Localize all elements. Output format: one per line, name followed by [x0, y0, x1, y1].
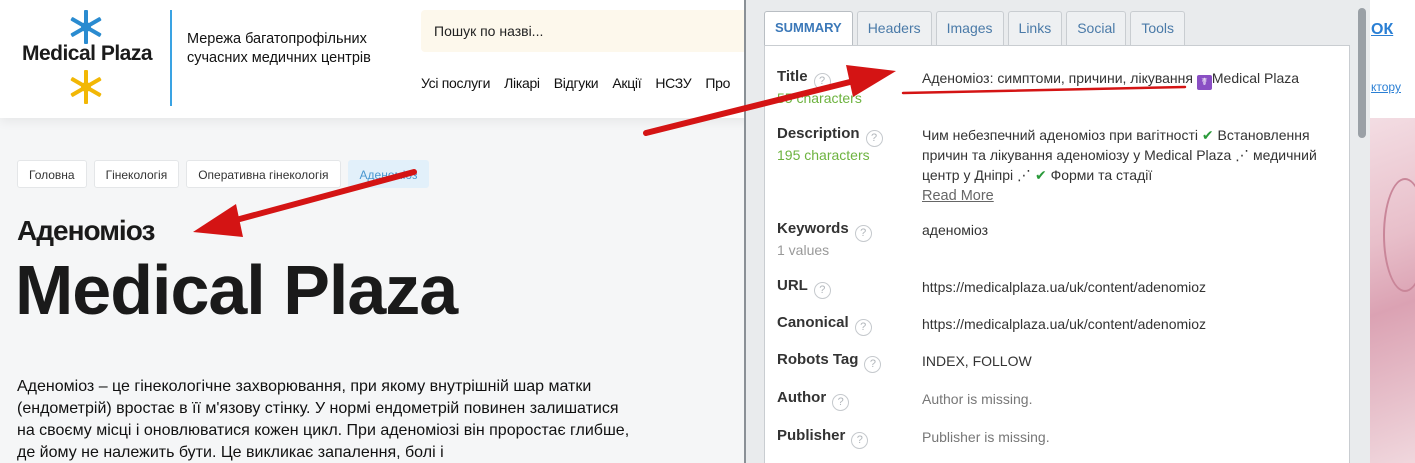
page-title: Аденоміоз [17, 215, 155, 246]
tab-summary[interactable]: SUMMARY [764, 11, 853, 46]
main-nav: Усі послуги Лікарі Відгуки Акції НСЗУ Пр… [421, 75, 730, 91]
breadcrumb-operative-gynecology[interactable]: Оперативна гінекологія [186, 160, 341, 188]
panel-scrollbar[interactable] [1358, 8, 1366, 138]
tab-tools[interactable]: Tools [1130, 11, 1186, 45]
title-value: Аденоміоз: симптоми, причини, лікування … [922, 70, 1300, 90]
snowflake-logo-icon [70, 10, 102, 44]
tab-social[interactable]: Social [1066, 11, 1127, 45]
caduceus-emoji-icon: ☤ [1196, 75, 1212, 90]
title-character-count: 55 characters [777, 90, 862, 106]
robots-value: INDEX, FOLLOW [922, 353, 1032, 369]
logo-text: Medical Plaza [21, 42, 153, 65]
search-input[interactable] [421, 10, 751, 52]
description-character-count: 195 characters [777, 147, 870, 163]
url-label: URL? [777, 277, 917, 299]
summary-content: Title? 55 characters Аденоміоз: симптоми… [764, 45, 1350, 463]
nav-item-doctors[interactable]: Лікарі [504, 75, 540, 91]
keywords-count: 1 values [777, 242, 830, 258]
robots-label: Robots Tag? [777, 351, 917, 373]
help-icon[interactable]: ? [851, 432, 869, 449]
snowflake-logo-icon [70, 70, 102, 104]
read-more-link[interactable]: Read More [922, 188, 994, 204]
side-medical-image [1369, 118, 1415, 463]
help-icon[interactable]: ? [813, 73, 831, 90]
keywords-value: аденоміоз [922, 222, 989, 238]
page-brand-heading: Medical Plaza [15, 251, 458, 329]
tab-headers[interactable]: Headers [856, 11, 932, 45]
check-mark-icon: ✔ [1034, 167, 1047, 183]
description-value: Чим небезпечний аденоміоз при вагітності… [922, 127, 1317, 204]
nav-item-services[interactable]: Усі послуги [421, 75, 490, 91]
author-value: Author is missing. [922, 391, 1033, 407]
help-icon[interactable]: ? [832, 394, 850, 411]
extension-tabs: SUMMARY Headers Images Links Social Tool… [764, 11, 1186, 46]
breadcrumb-gynecology[interactable]: Гінекологія [93, 160, 180, 188]
right-partial-link-doctor[interactable]: ктору [1371, 80, 1401, 94]
description-label: Description? [777, 125, 917, 147]
help-icon[interactable]: ? [865, 130, 883, 147]
right-partial-link[interactable]: ОК [1371, 21, 1393, 39]
help-icon[interactable]: ? [854, 319, 872, 336]
help-icon[interactable]: ? [854, 225, 872, 242]
logo-divider [170, 10, 172, 106]
tab-links[interactable]: Links [1007, 11, 1063, 45]
check-mark-icon: ✔ [1201, 127, 1214, 143]
breadcrumb-home[interactable]: Головна [17, 160, 87, 188]
canonical-value[interactable]: https://medicalplaza.ua/uk/content/adeno… [922, 314, 1342, 334]
breadcrumb-current: Аденоміоз [347, 160, 430, 188]
help-icon[interactable]: ? [813, 282, 831, 299]
site-tagline: Мережа багатопрофільних сучасних медични… [187, 31, 371, 66]
search-box [421, 10, 751, 52]
publisher-value: Publisher is missing. [922, 429, 1050, 445]
url-value[interactable]: https://medicalplaza.ua/uk/content/adeno… [922, 277, 1342, 297]
site-logo[interactable]: Medical Plaza [14, 8, 160, 104]
intro-paragraph: Аденоміоз – це гінекологічне захворюванн… [17, 378, 630, 461]
canonical-label: Canonical? [777, 314, 917, 336]
breadcrumb: Головна Гінекологія Оперативна гінеколог… [17, 160, 430, 188]
help-icon[interactable]: ? [864, 356, 882, 373]
publisher-label: Publisher? [777, 427, 917, 449]
title-label: Title? [777, 68, 917, 90]
nav-item-about[interactable]: Про [705, 75, 730, 91]
nav-item-nszu[interactable]: НСЗУ [655, 75, 691, 91]
tab-images[interactable]: Images [935, 11, 1004, 45]
author-label: Author? [777, 389, 917, 411]
seo-extension-panel: SUMMARY Headers Images Links Social Tool… [744, 0, 1370, 463]
nav-item-reviews[interactable]: Відгуки [554, 75, 599, 91]
nav-item-promotions[interactable]: Акції [612, 75, 641, 91]
keywords-label: Keywords? [777, 220, 917, 242]
